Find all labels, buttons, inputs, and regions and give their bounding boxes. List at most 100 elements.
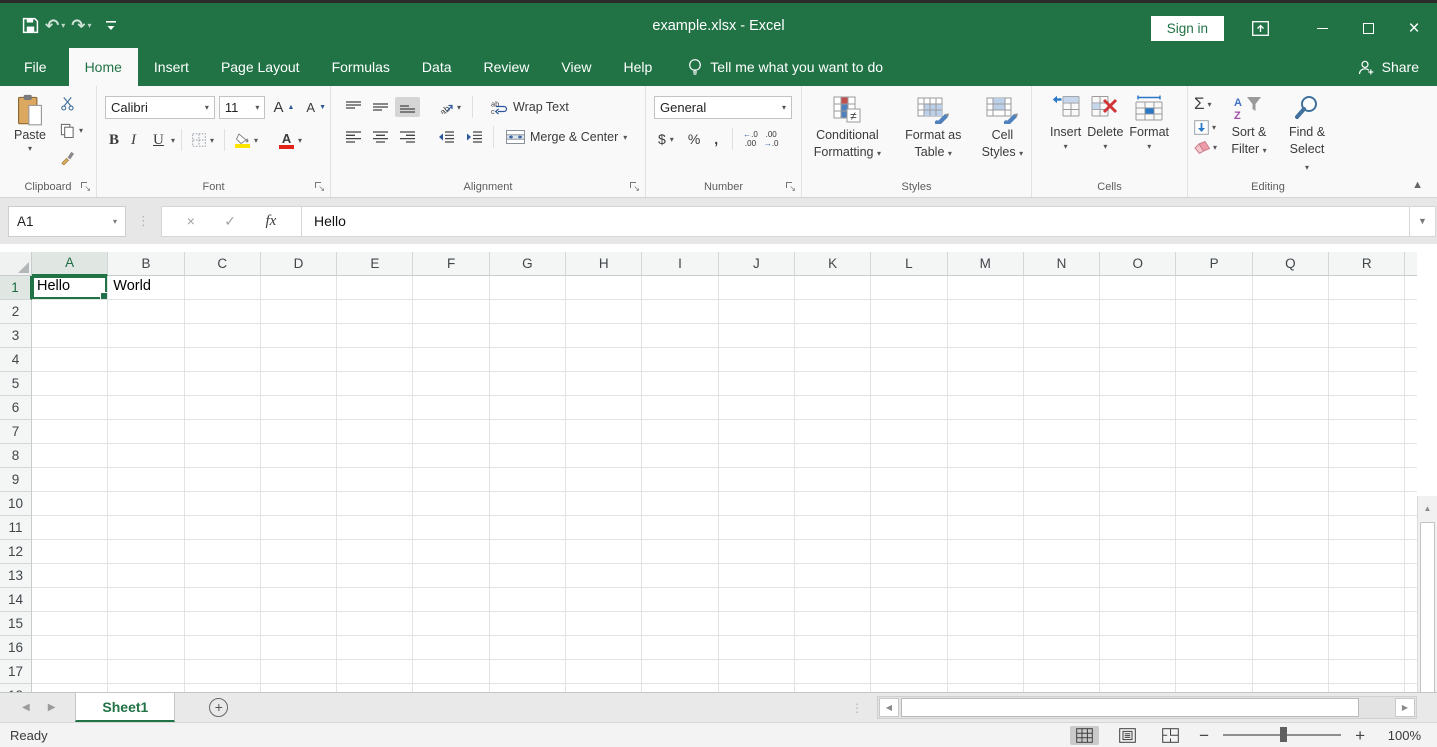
- cell-K18[interactable]: [795, 684, 871, 692]
- cell-M11[interactable]: [948, 516, 1024, 540]
- cell-M2[interactable]: [948, 300, 1024, 324]
- cell-M3[interactable]: [948, 324, 1024, 348]
- column-header-O[interactable]: O: [1100, 252, 1176, 276]
- cell-J5[interactable]: [719, 372, 795, 396]
- row-header-6[interactable]: 6: [0, 396, 32, 420]
- cell-L15[interactable]: [871, 612, 947, 636]
- cell-O6[interactable]: [1100, 396, 1176, 420]
- increase-indent-icon[interactable]: [461, 127, 487, 147]
- zoom-out-icon[interactable]: −: [1199, 727, 1209, 744]
- cell-B15[interactable]: [108, 612, 184, 636]
- align-left-icon[interactable]: [341, 127, 366, 147]
- autosum-button[interactable]: Σ▾: [1194, 94, 1217, 114]
- column-header-R[interactable]: R: [1329, 252, 1405, 276]
- tab-view[interactable]: View: [545, 48, 607, 86]
- cell-J7[interactable]: [719, 420, 795, 444]
- cell-F9[interactable]: [413, 468, 489, 492]
- cell-N18[interactable]: [1024, 684, 1100, 692]
- cell-B17[interactable]: [108, 660, 184, 684]
- cell-O13[interactable]: [1100, 564, 1176, 588]
- cell-B6[interactable]: [108, 396, 184, 420]
- cell-R16[interactable]: [1329, 636, 1405, 660]
- cell-N8[interactable]: [1024, 444, 1100, 468]
- cell-A13[interactable]: [32, 564, 108, 588]
- column-header-E[interactable]: E: [337, 252, 413, 276]
- cell-Q1[interactable]: [1253, 276, 1329, 300]
- cell-overflow-3[interactable]: [1405, 324, 1417, 348]
- cell-overflow-6[interactable]: [1405, 396, 1417, 420]
- row-header-16[interactable]: 16: [0, 636, 32, 660]
- font-color-dropdown-icon[interactable]: ▾: [298, 136, 302, 145]
- cell-A18[interactable]: [32, 684, 108, 692]
- cell-overflow-18[interactable]: [1405, 684, 1417, 692]
- cell-Q13[interactable]: [1253, 564, 1329, 588]
- align-center-icon[interactable]: [368, 127, 393, 147]
- cell-Q3[interactable]: [1253, 324, 1329, 348]
- cell-I2[interactable]: [642, 300, 718, 324]
- copy-icon[interactable]: ▾: [56, 121, 87, 140]
- cell-H11[interactable]: [566, 516, 642, 540]
- column-header-H[interactable]: H: [566, 252, 642, 276]
- cell-overflow-4[interactable]: [1405, 348, 1417, 372]
- column-header-L[interactable]: L: [871, 252, 947, 276]
- cell-F17[interactable]: [413, 660, 489, 684]
- cell-overflow-14[interactable]: [1405, 588, 1417, 612]
- cell-overflow-1[interactable]: [1405, 276, 1417, 300]
- cell-E7[interactable]: [337, 420, 413, 444]
- cell-H3[interactable]: [566, 324, 642, 348]
- insert-dropdown-icon[interactable]: ▾: [1064, 142, 1068, 151]
- row-header-7[interactable]: 7: [0, 420, 32, 444]
- cell-O9[interactable]: [1100, 468, 1176, 492]
- cell-P7[interactable]: [1176, 420, 1252, 444]
- italic-button[interactable]: I: [127, 130, 147, 151]
- find-select-dropdown-icon[interactable]: ▾: [1305, 163, 1309, 172]
- delete-dropdown-icon[interactable]: ▾: [1103, 142, 1107, 151]
- cell-P9[interactable]: [1176, 468, 1252, 492]
- cell-J15[interactable]: [719, 612, 795, 636]
- column-header-B[interactable]: B: [108, 252, 184, 276]
- percent-style-icon[interactable]: %: [684, 129, 704, 149]
- cell-L2[interactable]: [871, 300, 947, 324]
- cell-A2[interactable]: [32, 300, 108, 324]
- column-header-C[interactable]: C: [185, 252, 261, 276]
- cell-C8[interactable]: [185, 444, 261, 468]
- cell-F15[interactable]: [413, 612, 489, 636]
- alignment-dialog-launcher[interactable]: [629, 181, 640, 192]
- tab-page-layout[interactable]: Page Layout: [205, 48, 316, 86]
- cell-styles-dropdown-icon[interactable]: ▾: [1019, 149, 1023, 158]
- cell-M8[interactable]: [948, 444, 1024, 468]
- normal-view-icon[interactable]: [1070, 726, 1099, 745]
- row-header-3[interactable]: 3: [0, 324, 32, 348]
- cell-overflow-15[interactable]: [1405, 612, 1417, 636]
- cell-F13[interactable]: [413, 564, 489, 588]
- cell-L7[interactable]: [871, 420, 947, 444]
- cell-G11[interactable]: [490, 516, 566, 540]
- cell-R14[interactable]: [1329, 588, 1405, 612]
- cell-R6[interactable]: [1329, 396, 1405, 420]
- cell-H10[interactable]: [566, 492, 642, 516]
- cell-C10[interactable]: [185, 492, 261, 516]
- cell-C9[interactable]: [185, 468, 261, 492]
- cell-G3[interactable]: [490, 324, 566, 348]
- accounting-dropdown-icon[interactable]: ▾: [670, 135, 674, 144]
- cell-H13[interactable]: [566, 564, 642, 588]
- cell-overflow-7[interactable]: [1405, 420, 1417, 444]
- row-header-9[interactable]: 9: [0, 468, 32, 492]
- autosum-dropdown-icon[interactable]: ▾: [1208, 100, 1212, 109]
- cell-I1[interactable]: [642, 276, 718, 300]
- cell-B11[interactable]: [108, 516, 184, 540]
- underline-button[interactable]: U: [149, 130, 169, 151]
- cell-M7[interactable]: [948, 420, 1024, 444]
- cell-B9[interactable]: [108, 468, 184, 492]
- cell-K1[interactable]: [795, 276, 871, 300]
- cell-J13[interactable]: [719, 564, 795, 588]
- close-button[interactable]: ×: [1391, 6, 1437, 51]
- clipboard-dialog-launcher[interactable]: [80, 181, 91, 192]
- tab-review[interactable]: Review: [468, 48, 546, 86]
- maximize-button[interactable]: [1345, 6, 1391, 51]
- cell-J14[interactable]: [719, 588, 795, 612]
- cell-K7[interactable]: [795, 420, 871, 444]
- cell-H17[interactable]: [566, 660, 642, 684]
- cell-L10[interactable]: [871, 492, 947, 516]
- cell-B8[interactable]: [108, 444, 184, 468]
